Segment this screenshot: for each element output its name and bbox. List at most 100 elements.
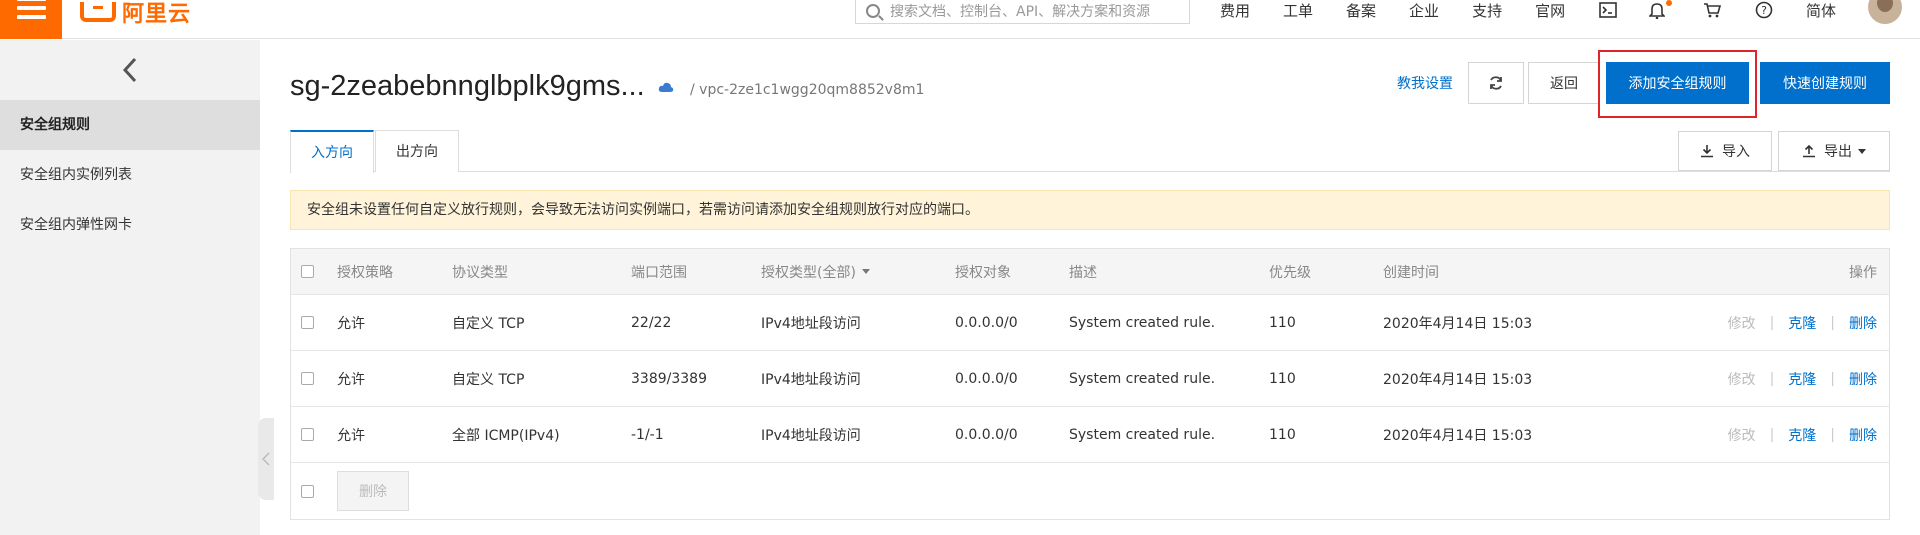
caret-down-icon (1858, 148, 1866, 154)
import-button[interactable]: 导入 (1678, 131, 1772, 171)
help-setup-link[interactable]: 教我设置 (1390, 62, 1460, 104)
col-priority: 优先级 (1269, 264, 1311, 281)
cell-target: 0.0.0.0/0 (955, 370, 1018, 387)
caret-down-icon (861, 269, 870, 274)
rules-table: 授权策略 协议类型 端口范围 授权类型(全部) 授权对象 描述 优先级 创建时间… (290, 248, 1890, 520)
delete-link[interactable]: 删除 (1849, 313, 1877, 333)
sidebar-item-eni[interactable]: 安全组内弹性网卡 (0, 200, 260, 250)
col-target: 授权对象 (955, 264, 1011, 281)
back-chevron-icon[interactable] (0, 40, 260, 100)
table-row: 允许 全部 ICMP(IPv4) -1/-1 IPv4地址段访问 0.0.0.0… (291, 407, 1889, 463)
refresh-icon (1490, 76, 1502, 90)
cell-desc: System created rule. (1069, 370, 1216, 387)
top-bar: 阿里云 搜索文档、控制台、API、解决方案和资源 费用 工单 备案 企业 支持 … (0, 0, 1920, 39)
table-row: 允许 自定义 TCP 3389/3389 IPv4地址段访问 0.0.0.0/0… (291, 351, 1889, 407)
cloud-icon (658, 82, 674, 97)
page-title: sg-2zeabebnnglbplk9gms... (290, 70, 645, 102)
edit-link[interactable]: 修改 (1728, 369, 1756, 389)
search-input[interactable]: 搜索文档、控制台、API、解决方案和资源 (855, 0, 1190, 24)
sidebar-item-sg-rules[interactable]: 安全组规则 (0, 100, 260, 150)
divider: | (1830, 426, 1835, 443)
clone-link[interactable]: 克隆 (1788, 425, 1816, 445)
top-nav: 费用 工单 备案 企业 支持 官网 (1220, 0, 1598, 20)
col-auth-type: 授权类型(全部) (761, 264, 856, 281)
refresh-button[interactable] (1468, 62, 1524, 104)
back-button[interactable]: 返回 (1528, 62, 1600, 104)
select-all-checkbox[interactable] (301, 249, 314, 294)
col-port: 端口范围 (631, 264, 687, 281)
col-policy: 授权策略 (337, 264, 393, 281)
col-created: 创建时间 (1383, 264, 1439, 281)
delete-link[interactable]: 删除 (1849, 425, 1877, 445)
export-button[interactable]: 导出 (1778, 131, 1890, 171)
nav-link-fee[interactable]: 费用 (1220, 0, 1250, 21)
svg-text:?: ? (1761, 4, 1767, 17)
bulk-delete-button[interactable]: 删除 (337, 471, 409, 511)
vpc-breadcrumb[interactable]: / vpc-2ze1c1wgg20qm8852v8m1 (690, 82, 924, 98)
divider: | (1769, 426, 1775, 443)
table-footer: 删除 (291, 463, 1889, 519)
cell-priority: 110 (1269, 426, 1296, 443)
clone-link[interactable]: 克隆 (1788, 313, 1816, 333)
direction-tabs: 入方向 出方向 (290, 130, 1890, 173)
footer-select-all-checkbox[interactable] (301, 463, 314, 519)
cell-policy: 允许 (337, 315, 365, 332)
cell-target: 0.0.0.0/0 (955, 314, 1018, 331)
help-icon[interactable]: ? (1752, 0, 1776, 20)
cell-protocol: 自定义 TCP (452, 315, 525, 332)
cell-auth-type: IPv4地址段访问 (761, 371, 861, 388)
cell-created: 2020年4月14日 15:03 (1383, 427, 1533, 444)
cell-priority: 110 (1269, 370, 1296, 387)
search-icon (866, 4, 880, 18)
cell-protocol: 全部 ICMP(IPv4) (452, 427, 560, 444)
tab-outbound[interactable]: 出方向 (375, 130, 459, 172)
menu-icon[interactable] (0, 0, 62, 39)
cell-policy: 允许 (337, 427, 365, 444)
cell-auth-type: IPv4地址段访问 (761, 315, 861, 332)
row-checkbox[interactable] (301, 407, 314, 462)
aliyun-logo[interactable]: 阿里云 (80, 0, 191, 27)
cell-desc: System created rule. (1069, 314, 1216, 331)
logo-text: 阿里云 (122, 2, 192, 27)
sidebar-collapse-handle[interactable] (258, 418, 274, 500)
table-header: 授权策略 协议类型 端口范围 授权类型(全部) 授权对象 描述 优先级 创建时间… (291, 249, 1889, 295)
search-placeholder: 搜索文档、控制台、API、解决方案和资源 (890, 4, 1151, 20)
sidebar: 安全组规则 安全组内实例列表 安全组内弹性网卡 (0, 40, 260, 535)
cell-port: -1/-1 (631, 426, 664, 443)
col-protocol: 协议类型 (452, 264, 508, 281)
nav-link-icp[interactable]: 备案 (1346, 0, 1376, 21)
tab-inbound[interactable]: 入方向 (290, 130, 374, 173)
table-row: 允许 自定义 TCP 22/22 IPv4地址段访问 0.0.0.0/0 Sys… (291, 295, 1889, 351)
nav-link-ticket[interactable]: 工单 (1283, 0, 1313, 21)
row-actions: 修改 | 克隆 | 删除 (1728, 351, 1877, 406)
col-actions: 操作 (1849, 264, 1877, 281)
row-checkbox[interactable] (301, 351, 314, 406)
warning-banner: 安全组未设置任何自定义放行规则，会导致无法访问实例端口，若需访问请添加安全组规则… (290, 190, 1890, 230)
cell-priority: 110 (1269, 314, 1296, 331)
nav-link-support[interactable]: 支持 (1472, 0, 1502, 21)
sidebar-item-instances[interactable]: 安全组内实例列表 (0, 150, 260, 200)
delete-link[interactable]: 删除 (1849, 369, 1877, 389)
cell-port: 3389/3389 (631, 370, 707, 387)
cell-created: 2020年4月14日 15:03 (1383, 371, 1533, 388)
terminal-icon[interactable] (1596, 0, 1620, 20)
cart-icon[interactable] (1700, 0, 1724, 20)
edit-link[interactable]: 修改 (1728, 425, 1756, 445)
row-checkbox[interactable] (301, 295, 314, 350)
language-switch[interactable]: 简体 (1806, 0, 1836, 21)
edit-link[interactable]: 修改 (1728, 313, 1756, 333)
avatar[interactable] (1868, 0, 1902, 24)
col-auth-type-filter[interactable]: 授权类型(全部) (761, 249, 870, 294)
nav-link-enterprise[interactable]: 企业 (1409, 0, 1439, 21)
cell-auth-type: IPv4地址段访问 (761, 427, 861, 444)
divider: | (1769, 370, 1775, 387)
quick-create-rule-button[interactable]: 快速创建规则 (1760, 62, 1890, 104)
clone-link[interactable]: 克隆 (1788, 369, 1816, 389)
cell-policy: 允许 (337, 371, 365, 388)
download-icon (1701, 145, 1713, 158)
nav-link-official[interactable]: 官网 (1535, 0, 1565, 21)
aliyun-logo-mark-icon (80, 2, 116, 22)
upload-icon (1803, 144, 1815, 158)
highlight-box (1598, 50, 1757, 118)
col-desc: 描述 (1069, 264, 1097, 281)
